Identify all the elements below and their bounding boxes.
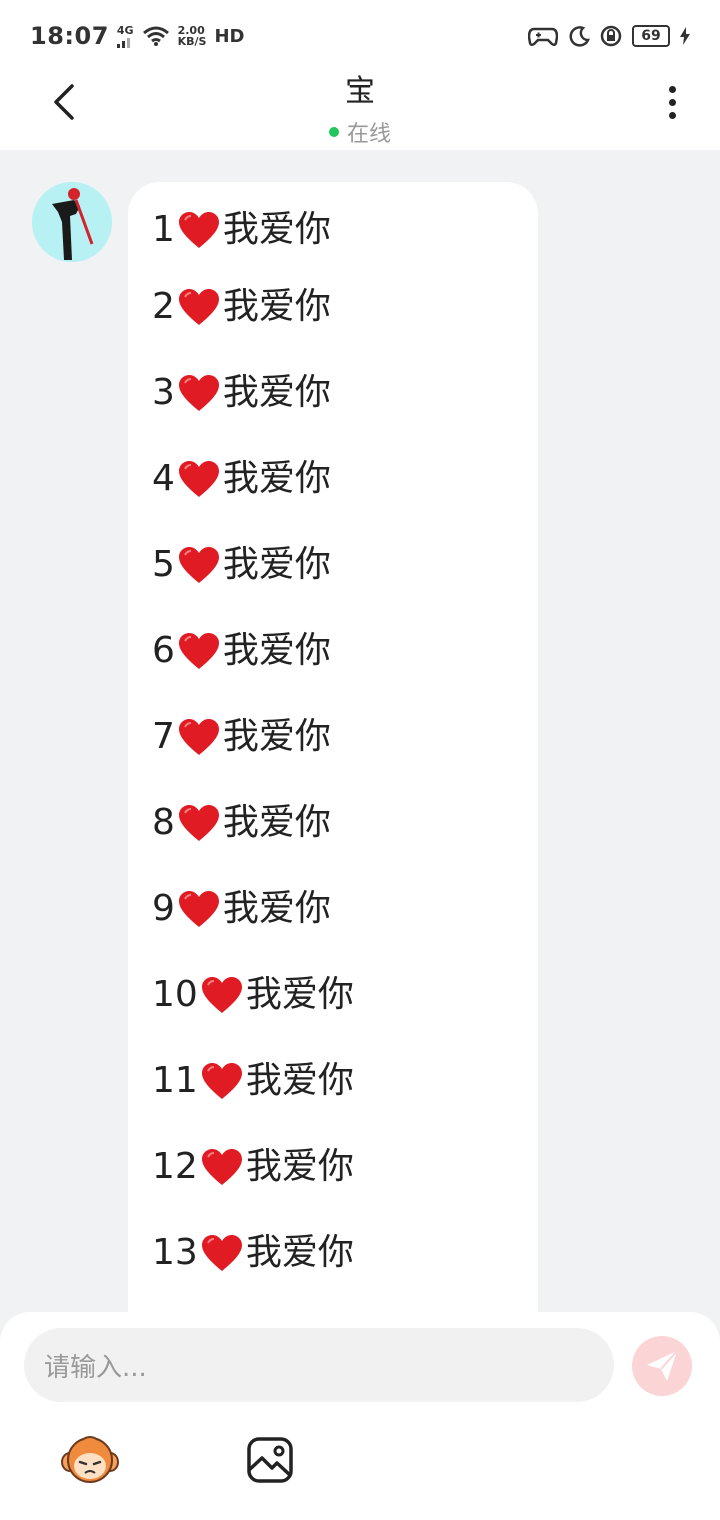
message-text: 我爱你	[245, 1232, 354, 1273]
message-number: 12	[152, 1146, 198, 1187]
message-number: 4	[152, 458, 175, 499]
message-number: 13	[152, 1232, 198, 1273]
avatar-figure	[32, 182, 112, 262]
message-text: 我爱你	[222, 286, 331, 327]
message-text: 我爱你	[222, 458, 331, 499]
message-number: 8	[152, 802, 175, 843]
message-number: 3	[152, 372, 175, 413]
net-speed: 2.00 KB/S	[178, 25, 207, 47]
message-line: 10 我爱你	[152, 952, 538, 1038]
heart-icon	[178, 375, 219, 411]
signal-icon	[116, 37, 130, 48]
message-number: 6	[152, 630, 175, 671]
heart-icon	[201, 1235, 242, 1271]
charging-icon	[680, 27, 690, 45]
chat-area[interactable]: 1 我爱你 2 我爱你 3 我爱你 4 我爱你 5 我爱你 6 我爱你 7 我爱你 8 我爱你 9 我爱你 10 我爱…	[0, 150, 720, 1312]
message-text: 我爱你	[245, 1060, 354, 1101]
message-line: 9 我爱你	[152, 866, 538, 952]
message-line: 8 我爱你	[152, 780, 538, 866]
message-line: 12 我爱你	[152, 1124, 538, 1210]
message-line: 5 我爱你	[152, 522, 538, 608]
moon-icon	[569, 26, 590, 47]
heart-icon	[201, 1149, 242, 1185]
battery-indicator: 69	[632, 25, 670, 47]
message-text: 我爱你	[222, 209, 331, 250]
gamepad-icon	[528, 27, 558, 47]
heart-icon	[178, 719, 219, 755]
net-speed-unit: KB/S	[177, 35, 207, 48]
message-text: 我爱你	[222, 888, 331, 929]
emoji-button[interactable]	[60, 1432, 120, 1488]
wifi-icon	[142, 26, 169, 46]
heart-icon	[201, 1063, 242, 1099]
message-line: 2 我爱你	[152, 264, 538, 350]
message-number: 1	[152, 209, 175, 250]
message-number: 2	[152, 286, 175, 327]
image-button[interactable]	[246, 1436, 294, 1484]
network-type: 4G	[116, 23, 134, 37]
more-vertical-icon	[668, 85, 676, 93]
message-line: 11 我爱你	[152, 1038, 538, 1124]
message-number: 9	[152, 888, 175, 929]
online-text: 在线	[346, 122, 391, 147]
online-dot	[328, 127, 339, 137]
message-number: 10	[152, 974, 198, 1015]
heart-icon	[178, 547, 219, 583]
message-line: 6 我爱你	[152, 608, 538, 694]
contact-info: 宝 在线	[0, 72, 720, 148]
heart-icon	[178, 805, 219, 841]
message-input[interactable]: 请输入...	[24, 1328, 614, 1402]
status-bar: 18:07 4G 2.00 KB/S HD 69	[0, 0, 720, 72]
send-button[interactable]	[632, 1336, 692, 1396]
message-number: 11	[152, 1060, 198, 1101]
message-line: 13 我爱你	[152, 1210, 538, 1296]
more-dot	[668, 111, 676, 119]
chat-header: 宝 在线	[0, 72, 720, 150]
input-placeholder: 请输入...	[44, 1352, 147, 1383]
message-number: 7	[152, 716, 175, 757]
clock: 18:07	[30, 22, 109, 50]
message-number: 5	[152, 544, 175, 585]
message-bubble[interactable]: 1 我爱你 2 我爱你 3 我爱你 4 我爱你 5 我爱你 6 我爱你 7 我爱你 8 我爱你 9 我爱你 10 我爱…	[128, 182, 538, 1312]
message-line: 7 我爱你	[152, 694, 538, 780]
message-line: 3 我爱你	[152, 350, 538, 436]
heart-icon	[178, 461, 219, 497]
heart-icon	[178, 289, 219, 325]
hd-indicator: HD	[214, 25, 245, 47]
heart-icon	[178, 633, 219, 669]
message-text: 我爱你	[222, 372, 331, 413]
contact-name: 宝	[345, 74, 375, 109]
message-line: 1 我爱你	[152, 196, 538, 264]
message-text: 我爱你	[245, 974, 354, 1015]
online-status: 在线	[328, 116, 391, 148]
contact-avatar[interactable]	[32, 182, 112, 262]
monkey-emoji-icon	[61, 1436, 119, 1483]
heart-icon	[178, 212, 219, 248]
message-line: 4 我爱你	[152, 436, 538, 522]
message-text: 我爱你	[222, 544, 331, 585]
heart-icon	[201, 977, 242, 1013]
message-text: 我爱你	[222, 630, 331, 671]
lock-rotation-icon	[600, 25, 622, 47]
composer-bar: 请输入...	[0, 1312, 720, 1520]
status-right: 69	[528, 25, 690, 47]
status-left: 18:07 4G 2.00 KB/S HD	[30, 22, 244, 50]
network-indicator: 4G	[116, 23, 134, 48]
message-text: 我爱你	[245, 1146, 354, 1187]
message-text: 我爱你	[222, 802, 331, 843]
more-dot	[668, 98, 676, 106]
message-text: 我爱你	[222, 716, 331, 757]
paper-plane-icon	[647, 1350, 678, 1381]
image-icon	[247, 1437, 293, 1483]
heart-icon	[178, 891, 219, 927]
more-options-button[interactable]	[652, 80, 692, 124]
